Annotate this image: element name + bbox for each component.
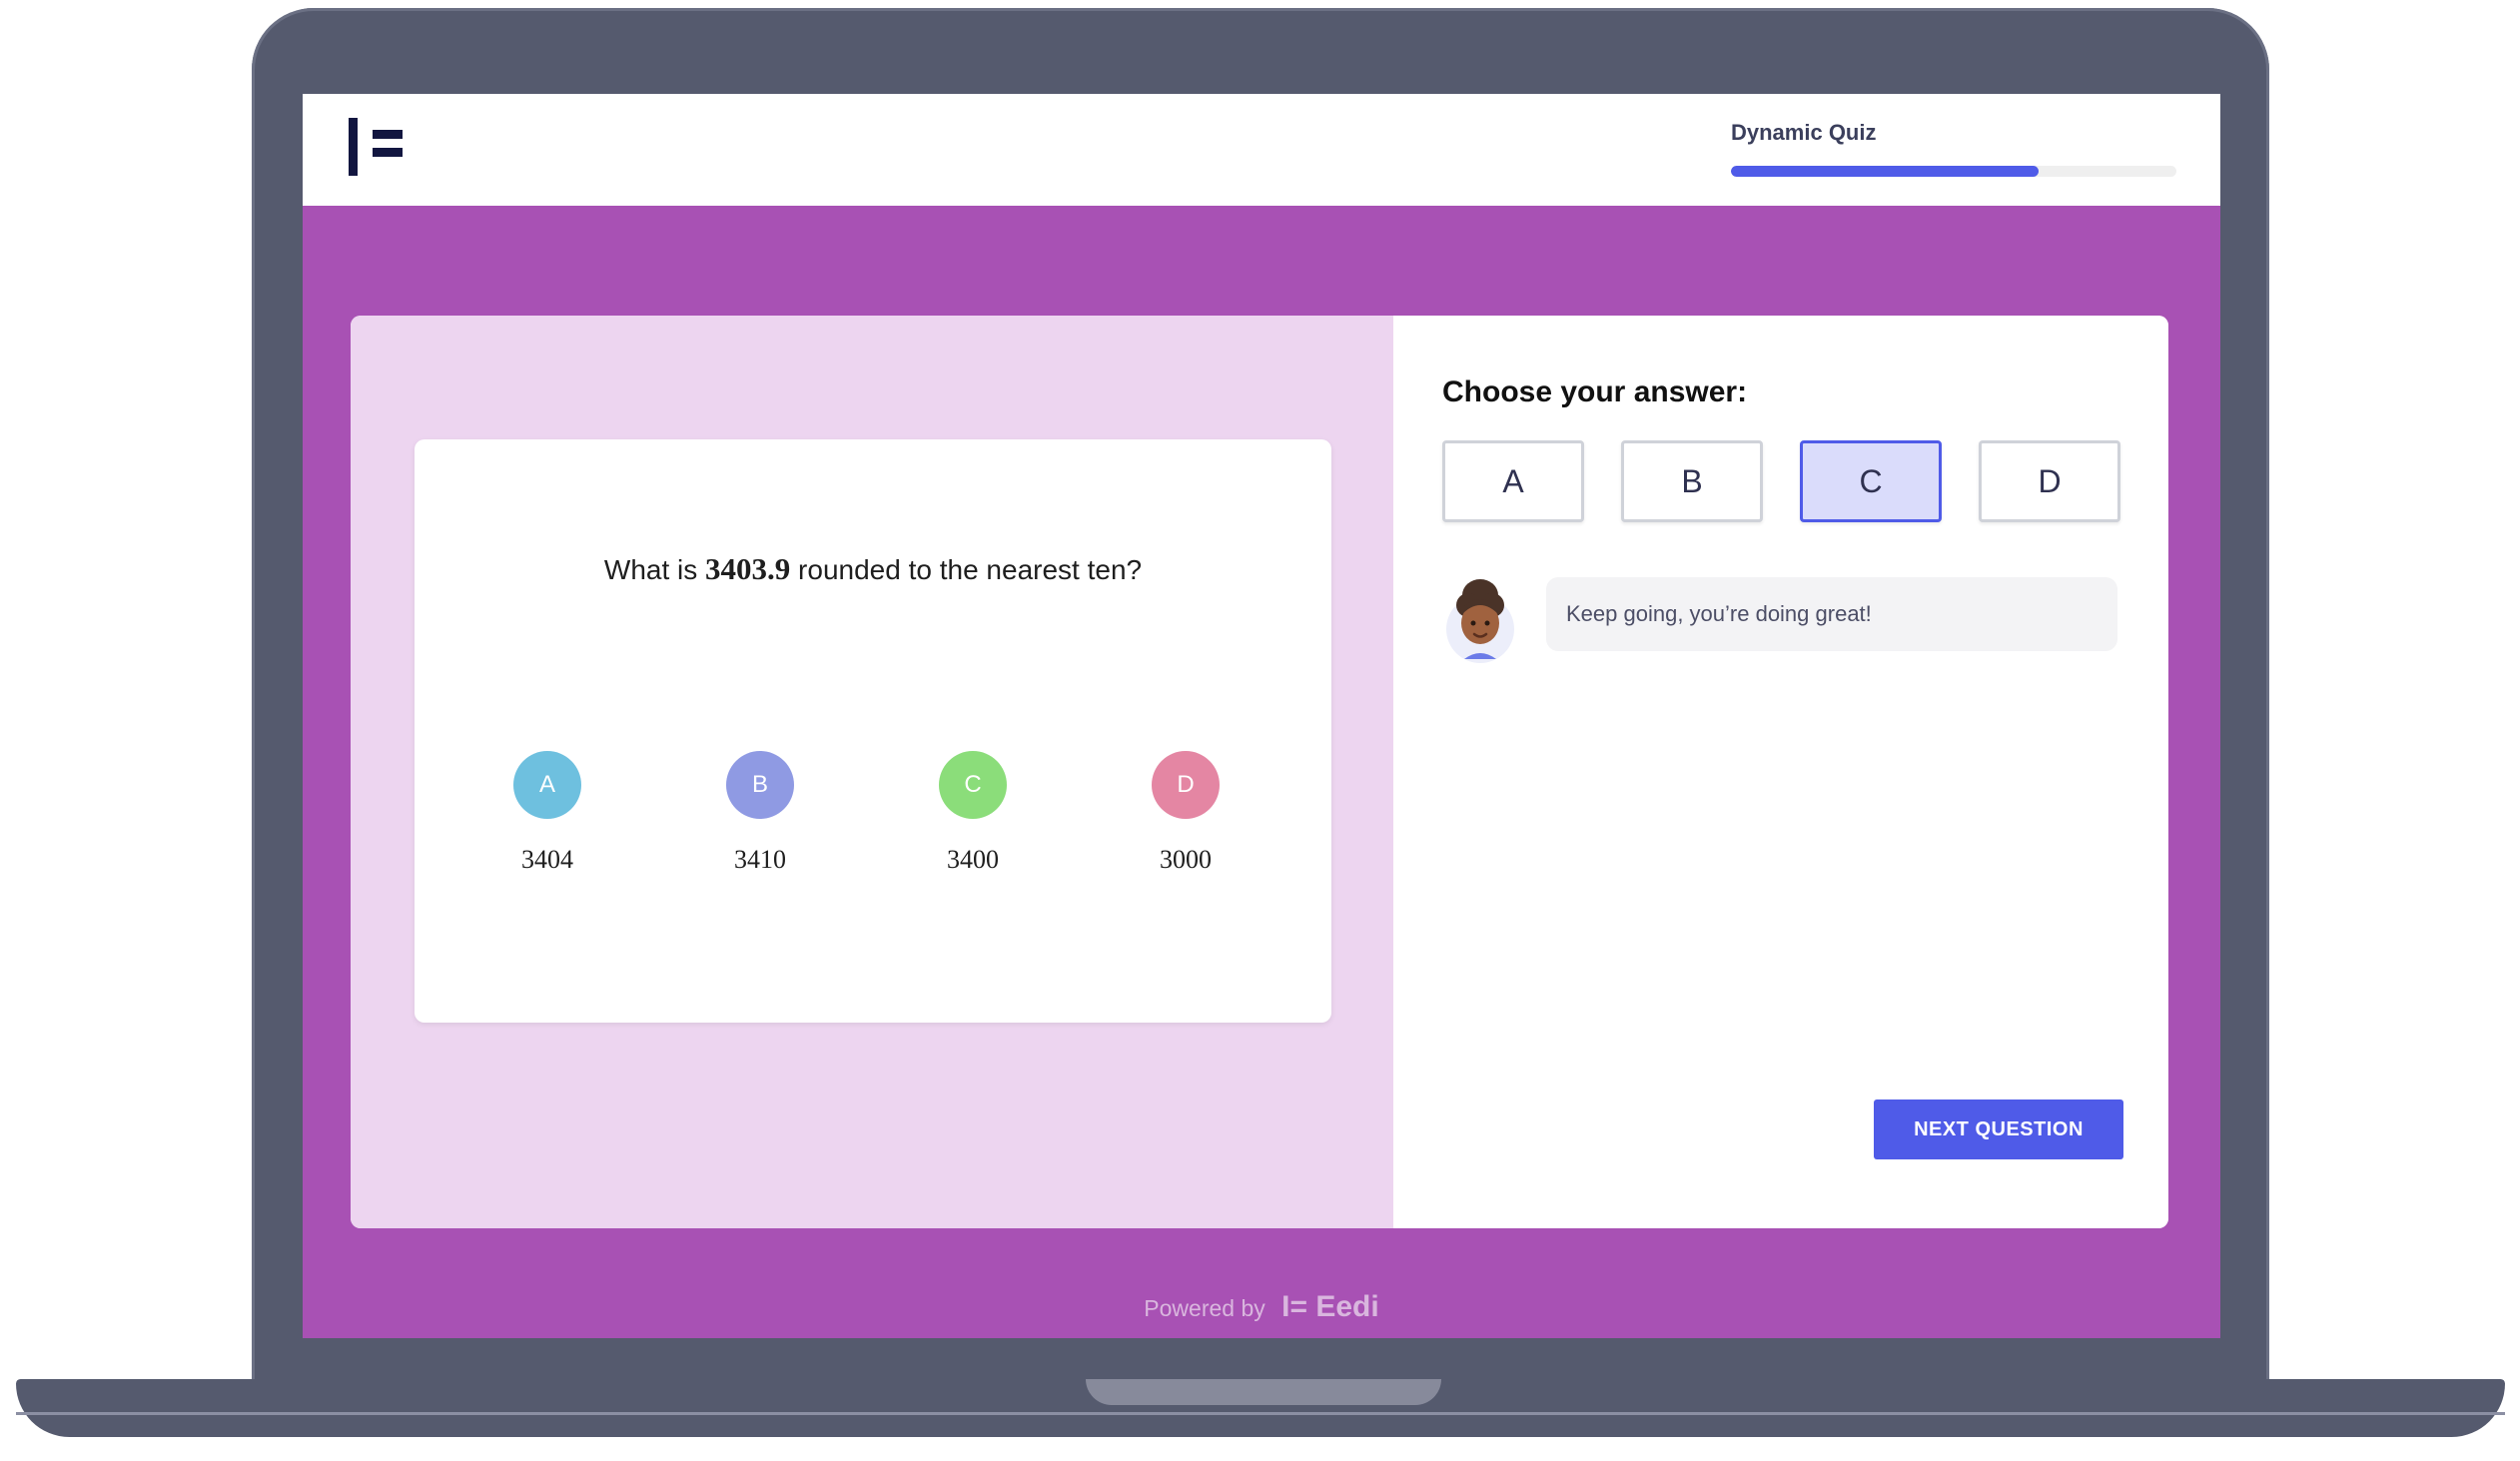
question-card: What is 3403.9 rounded to the nearest te… xyxy=(415,439,1331,1023)
quiz-progress-fill xyxy=(1731,166,2039,177)
option-b-value: 3410 xyxy=(734,845,786,874)
answer-pane: Choose your answer: A B C D Keep going, … xyxy=(1393,316,2168,1228)
eedi-brand-logo: I= Eedi xyxy=(1281,1290,1379,1323)
option-c-value: 3400 xyxy=(947,845,999,874)
brand-name: Eedi xyxy=(1315,1290,1379,1323)
question-suffix: rounded to the nearest ten? xyxy=(790,554,1143,585)
answer-button-d[interactable]: D xyxy=(1979,440,2120,522)
option-b-badge: B xyxy=(726,751,794,819)
quiz-title: Dynamic Quiz xyxy=(1731,120,1877,145)
choose-answer-title: Choose your answer: xyxy=(1442,375,1748,408)
laptop-base-edge xyxy=(16,1412,2505,1415)
question-number: 3403.9 xyxy=(705,551,791,586)
app-screen: Dynamic Quiz What is 3403.9 rounded to t… xyxy=(303,94,2220,1338)
option-d: D 3000 xyxy=(1126,751,1246,875)
laptop-notch xyxy=(1086,1379,1441,1405)
avatar-icon xyxy=(1446,579,1514,663)
option-c: C 3400 xyxy=(913,751,1033,875)
powered-by-footer: Powered by I= Eedi xyxy=(303,1290,2220,1324)
top-bar: Dynamic Quiz xyxy=(303,94,2220,206)
answer-button-c[interactable]: C xyxy=(1800,440,1942,522)
question-pane: What is 3403.9 rounded to the nearest te… xyxy=(351,316,1393,1228)
option-a: A 3404 xyxy=(487,751,607,875)
next-question-button[interactable]: NEXT QUESTION xyxy=(1874,1099,2123,1159)
eedi-logo-icon xyxy=(349,118,409,178)
quiz-card: What is 3403.9 rounded to the nearest te… xyxy=(351,316,2168,1228)
option-a-value: 3404 xyxy=(521,845,573,874)
option-d-value: 3000 xyxy=(1160,845,1212,874)
quiz-progress-bar xyxy=(1731,166,2176,177)
option-c-badge: C xyxy=(939,751,1007,819)
option-b: B 3410 xyxy=(700,751,820,875)
answer-button-b[interactable]: B xyxy=(1621,440,1763,522)
option-d-badge: D xyxy=(1152,751,1220,819)
feedback-bubble: Keep going, you’re doing great! xyxy=(1546,577,2117,651)
question-prefix: What is xyxy=(603,554,706,585)
question-text: What is 3403.9 rounded to the nearest te… xyxy=(415,551,1331,587)
answer-button-a[interactable]: A xyxy=(1442,440,1584,522)
option-a-badge: A xyxy=(513,751,581,819)
powered-by-label: Powered by xyxy=(1144,1295,1265,1321)
